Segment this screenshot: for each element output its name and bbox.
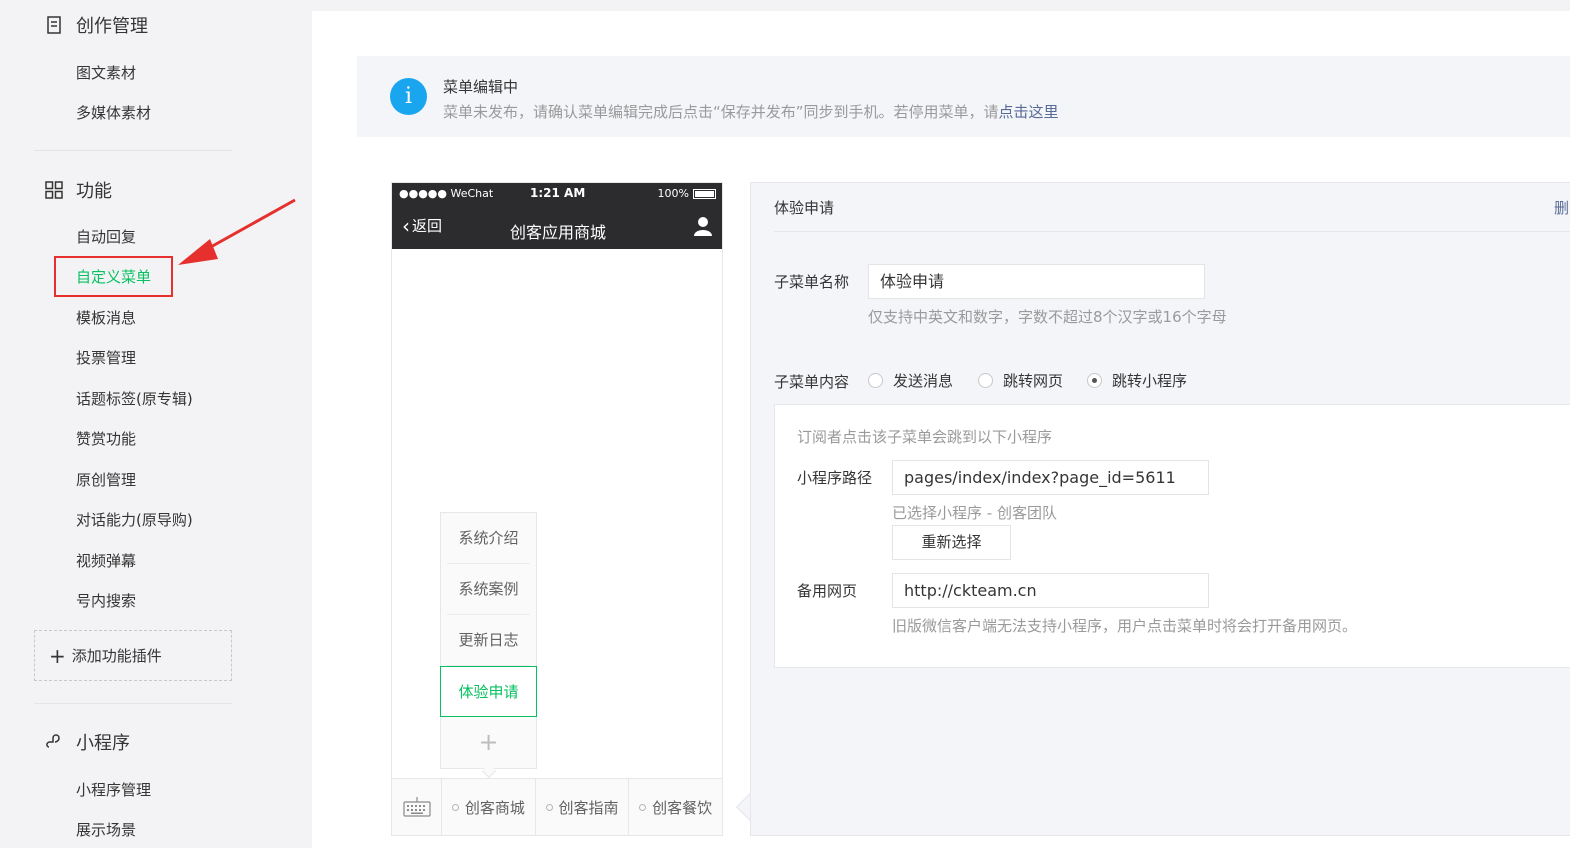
sidebar-item-reward[interactable]: 赞赏功能 bbox=[76, 428, 136, 449]
section-features[interactable]: 功能 bbox=[44, 177, 112, 203]
selected-miniprogram: 已选择小程序 - 创客团队 bbox=[892, 504, 1057, 522]
menu-tab-label: 创客指南 bbox=[558, 798, 619, 817]
sidebar-item-auto-reply[interactable]: 自动回复 bbox=[76, 226, 136, 247]
sidebar-item-topic-tags[interactable]: 话题标签(原专辑) bbox=[76, 388, 193, 409]
section-creation-title: 创作管理 bbox=[76, 16, 148, 37]
notice-desc: 菜单未发布，请确认菜单编辑完成后点击“保存并发布”同步到手机。若停用菜单，请点击… bbox=[443, 101, 1059, 122]
carrier-text: ●●●●● WeChat bbox=[399, 187, 494, 200]
menu-tab-label: 创客商城 bbox=[464, 798, 525, 817]
submenu-list: 系统介绍 系统案例 更新日志 体验申请 + bbox=[440, 512, 537, 769]
miniprogram-path-input[interactable]: pages/index/index?page_id=5611 bbox=[892, 460, 1209, 495]
phone-title: 创客应用商城 bbox=[509, 223, 606, 242]
name-hint: 仅支持中英文和数字，字数不超过8个汉字或16个字母 bbox=[868, 308, 1227, 326]
notice-desc-text: 菜单未发布，请确认菜单编辑完成后点击“保存并发布”同步到手机。若停用菜单，请 bbox=[443, 103, 999, 121]
backup-label: 备用网页 bbox=[797, 582, 858, 600]
menu-tab-label: 创客餐饮 bbox=[652, 798, 713, 817]
sidebar-item-multimedia[interactable]: 多媒体素材 bbox=[76, 102, 151, 123]
section-creation[interactable]: 创作管理 bbox=[44, 12, 148, 38]
add-plugin-button[interactable]: + 添加功能插件 bbox=[34, 630, 232, 681]
submenu-item-selected[interactable]: 体验申请 bbox=[440, 666, 537, 717]
menu-tab[interactable]: 创客指南 bbox=[536, 779, 630, 835]
miniprogram-icon bbox=[46, 734, 60, 748]
miniprogram-panel: 订阅者点击该子菜单会跳到以下小程序 小程序路径 pages/index/inde… bbox=[774, 404, 1570, 668]
radio-icon bbox=[978, 373, 993, 388]
submenu-item[interactable]: 系统案例 bbox=[447, 564, 530, 615]
sidebar-item-image-text[interactable]: 图文素材 bbox=[76, 62, 136, 83]
highlight-box bbox=[54, 256, 173, 297]
battery-text: 100% bbox=[657, 187, 689, 200]
phone-menu-bar: 创客商城 创客指南 创客餐饮 bbox=[392, 778, 722, 835]
section-miniprogram[interactable]: 小程序 bbox=[44, 729, 130, 755]
radio-icon bbox=[868, 373, 883, 388]
path-label: 小程序路径 bbox=[797, 469, 873, 487]
divider bbox=[34, 703, 232, 704]
divider bbox=[774, 231, 1570, 232]
section-miniprogram-title: 小程序 bbox=[76, 733, 130, 754]
battery-icon bbox=[693, 188, 716, 199]
sidebar-item-vote[interactable]: 投票管理 bbox=[76, 347, 136, 368]
user-icon[interactable] bbox=[694, 216, 712, 236]
divider bbox=[34, 150, 232, 151]
document-icon bbox=[47, 16, 61, 34]
section-features-title: 功能 bbox=[76, 181, 112, 202]
submenu-item[interactable]: 系统介绍 bbox=[447, 513, 530, 564]
phone-preview: ●●●●● WeChat 1:21 AM 100% ‹ 返回 创客应用商城 系统… bbox=[391, 182, 723, 836]
radio-label: 跳转小程序 bbox=[1112, 372, 1188, 390]
menu-tab[interactable]: 创客商城 bbox=[442, 779, 536, 835]
radio-label: 发送消息 bbox=[893, 372, 954, 390]
radio-label: 跳转网页 bbox=[1003, 372, 1064, 390]
sidebar-item-original[interactable]: 原创管理 bbox=[76, 469, 136, 490]
sidebar-item-video-danmaku[interactable]: 视频弹幕 bbox=[76, 550, 136, 571]
radio-send-message[interactable]: 发送消息 bbox=[868, 370, 953, 391]
status-time: 1:21 AM bbox=[530, 186, 586, 200]
reselect-button[interactable]: 重新选择 bbox=[892, 525, 1011, 560]
menu-tab[interactable]: 创客餐饮 bbox=[629, 779, 722, 835]
stop-menu-link[interactable]: 点击这里 bbox=[999, 103, 1059, 121]
plus-icon: + bbox=[49, 643, 66, 668]
editor-title: 体验申请 bbox=[774, 199, 835, 217]
info-icon: i bbox=[390, 78, 427, 115]
grid-icon bbox=[45, 181, 63, 199]
delete-submenu-link[interactable]: 删除子菜单 bbox=[1554, 197, 1570, 218]
notice-banner: i 菜单编辑中 菜单未发布，请确认菜单编辑完成后点击“保存并发布”同步到手机。若… bbox=[357, 56, 1570, 137]
keyboard-icon[interactable] bbox=[392, 779, 442, 835]
submenu-item[interactable]: 更新日志 bbox=[447, 615, 530, 666]
submenu-editor: 体验申请 删除子菜单 子菜单名称 体验申请 仅支持中英文和数字，字数不超过8个汉… bbox=[750, 182, 1570, 836]
notice-title: 菜单编辑中 bbox=[443, 78, 519, 96]
sidebar-item-mp-manage[interactable]: 小程序管理 bbox=[76, 779, 151, 800]
sidebar-item-scenes[interactable]: 展示场景 bbox=[76, 819, 136, 840]
sidebar-item-search[interactable]: 号内搜索 bbox=[76, 590, 136, 611]
name-label: 子菜单名称 bbox=[774, 273, 850, 291]
add-submenu-button[interactable]: + bbox=[441, 717, 536, 768]
sidebar: 创作管理 图文素材 多媒体素材 功能 自动回复 自定义菜单 模板消息 投票管理 … bbox=[0, 0, 312, 848]
phone-header: ●●●●● WeChat 1:21 AM 100% ‹ 返回 创客应用商城 bbox=[392, 183, 722, 249]
dot-icon bbox=[639, 803, 647, 811]
panel-desc: 订阅者点击该子菜单会跳到以下小程序 bbox=[797, 428, 1053, 446]
backup-hint: 旧版微信客户端无法支持小程序，用户点击菜单时将会打开备用网页。 bbox=[892, 617, 1358, 635]
battery-status: 100% bbox=[658, 187, 716, 200]
add-plugin-label: 添加功能插件 bbox=[71, 647, 162, 665]
radio-selected-icon bbox=[1087, 373, 1102, 388]
main-content: i 菜单编辑中 菜单未发布，请确认菜单编辑完成后点击“保存并发布”同步到手机。若… bbox=[312, 11, 1570, 848]
submenu-name-input[interactable]: 体验申请 bbox=[868, 264, 1205, 299]
backup-url-input[interactable]: http://ckteam.cn bbox=[892, 573, 1209, 608]
content-label: 子菜单内容 bbox=[774, 373, 850, 391]
radio-jump-miniprogram[interactable]: 跳转小程序 bbox=[1087, 370, 1187, 391]
sidebar-item-dialogue[interactable]: 对话能力(原导购) bbox=[76, 509, 193, 530]
dot-icon bbox=[451, 803, 459, 811]
red-arrow-annotation bbox=[178, 198, 296, 265]
radio-jump-web[interactable]: 跳转网页 bbox=[978, 370, 1063, 391]
sidebar-item-template-message[interactable]: 模板消息 bbox=[76, 307, 136, 328]
dot-icon bbox=[545, 803, 553, 811]
